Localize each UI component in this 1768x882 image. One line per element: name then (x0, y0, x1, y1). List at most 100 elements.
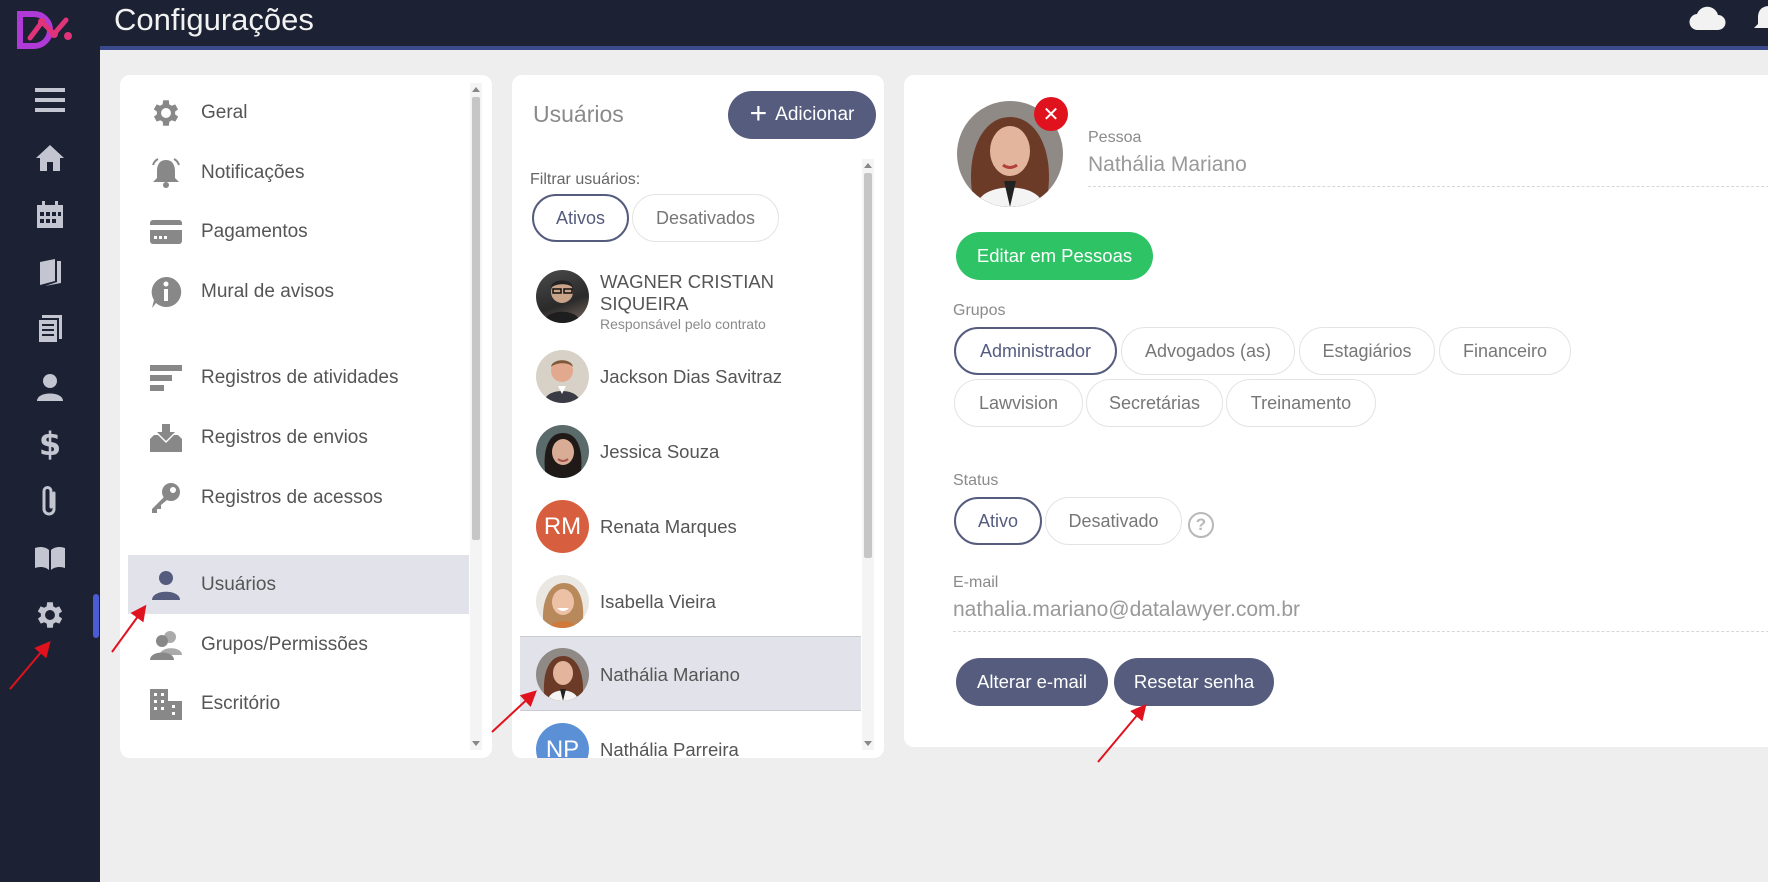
book-icon[interactable] (32, 254, 68, 290)
gear-icon[interactable] (32, 597, 68, 633)
info-icon (148, 274, 184, 310)
menu-item-label: Pagamentos (201, 220, 308, 242)
rail-active-indicator (93, 594, 99, 638)
filter-inactive-button[interactable]: Desativados (632, 194, 779, 242)
plus-icon: + (749, 96, 768, 130)
scroll-up-arrow[interactable] (472, 87, 480, 92)
menu-item-label: Usuários (201, 573, 276, 595)
menu-item-registros-de-envios[interactable]: Registros de envios (128, 408, 469, 467)
person-name: Nathália Mariano (1088, 153, 1247, 176)
menu-item-mural-de-avisos[interactable]: Mural de avisos (128, 262, 469, 321)
logo-icon[interactable] (16, 8, 74, 52)
user-name: Nathália Mariano (600, 664, 740, 685)
user-name: WAGNER CRISTIAN SIQUEIRA (600, 271, 775, 314)
menu-item-registros-de-acessos[interactable]: Registros de acessos (128, 468, 469, 527)
inbox-download-icon (148, 420, 184, 456)
menu-item-notificacoes[interactable]: Notificações (128, 143, 469, 202)
group-chip-financeiro[interactable]: Financeiro (1439, 327, 1571, 375)
user-list-item[interactable]: RM Renata Marques (520, 489, 861, 564)
email-underline (953, 631, 1768, 632)
hamburger-menu-icon[interactable] (32, 82, 68, 118)
status-active-button[interactable]: Ativo (954, 497, 1042, 545)
group-chip-treinamento[interactable]: Treinamento (1226, 379, 1376, 427)
scroll-up-arrow[interactable] (864, 163, 872, 168)
groups-label: Grupos (953, 302, 1006, 319)
scroll-down-arrow[interactable] (864, 741, 872, 746)
cloud-icon[interactable] (1688, 4, 1728, 34)
top-bar: Configurações (100, 0, 1768, 50)
users-group-icon (148, 627, 184, 663)
user-list-item-selected[interactable]: Nathália Mariano (520, 636, 861, 711)
add-user-label: Adicionar (775, 104, 855, 125)
building-icon (148, 686, 184, 722)
email-label: E-mail (953, 574, 999, 591)
scroll-down-arrow[interactable] (472, 741, 480, 746)
menu-item-grupos-permissoes[interactable]: Grupos/Permissões (128, 615, 469, 674)
document-icon[interactable] (32, 311, 68, 347)
key-icon (148, 480, 184, 516)
menu-item-pagamentos[interactable]: Pagamentos (128, 202, 469, 261)
avatar (536, 270, 589, 323)
menu-item-usuarios[interactable]: Usuários (128, 555, 469, 614)
person-label: Pessoa (1088, 129, 1142, 146)
group-chip-administrador[interactable]: Administrador (954, 327, 1117, 375)
user-list-item[interactable]: NP Nathália Parreira (520, 712, 861, 758)
remove-photo-button[interactable]: ✕ (1034, 97, 1068, 131)
status-inactive-button[interactable]: Desativado (1045, 497, 1182, 545)
menu-item-geral[interactable]: Geral (128, 83, 469, 142)
menu-item-label: Notificações (201, 161, 305, 183)
main-content: Geral Notificações Pagamentos Mural de a… (100, 54, 1768, 882)
person-underline (1088, 186, 1768, 187)
gear-icon (148, 95, 184, 131)
user-list-item[interactable]: Jessica Souza (520, 414, 861, 489)
open-book-icon[interactable] (32, 540, 68, 576)
list-icon (148, 360, 184, 396)
settings-menu: Geral Notificações Pagamentos Mural de a… (120, 75, 492, 758)
menu-item-label: Registros de atividades (201, 366, 399, 388)
add-user-button[interactable]: + Adicionar (728, 91, 876, 139)
close-icon: ✕ (1042, 103, 1060, 126)
home-icon[interactable] (32, 140, 68, 176)
avatar (536, 575, 589, 628)
avatar-initials: RM (536, 500, 589, 553)
bell-icon[interactable] (1754, 2, 1768, 34)
change-email-button[interactable]: Alterar e-mail (956, 658, 1108, 706)
edit-in-people-button[interactable]: Editar em Pessoas (956, 232, 1153, 280)
credit-card-icon (148, 214, 184, 250)
status-label: Status (953, 472, 999, 489)
menu-item-label: Escritório (201, 692, 281, 714)
users-scrollbar[interactable] (862, 159, 874, 750)
menu-item-label: Grupos/Permissões (201, 633, 368, 655)
group-chip-secretarias[interactable]: Secretárias (1086, 379, 1223, 427)
scrollbar-thumb[interactable] (864, 173, 872, 558)
user-name: Nathália Parreira (600, 739, 739, 758)
users-title: Usuários (533, 101, 624, 127)
avatar (536, 425, 589, 478)
person-icon[interactable] (32, 369, 68, 405)
user-icon (148, 567, 184, 603)
menu-item-label: Registros de acessos (201, 486, 383, 508)
question-circle-icon[interactable]: ? (1188, 512, 1214, 538)
user-name: Renata Marques (600, 516, 737, 537)
email-value: nathalia.mariano@datalawyer.com.br (953, 598, 1300, 621)
user-role: Responsável pelo contrato (600, 316, 766, 332)
dollar-icon[interactable]: $ (32, 425, 68, 463)
user-name: Jackson Dias Savitraz (600, 366, 782, 387)
menu-item-registros-de-atividades[interactable]: Registros de atividades (128, 348, 469, 407)
user-list-item[interactable]: WAGNER CRISTIAN SIQUEIRA Responsável pel… (520, 259, 861, 334)
menu-item-escritorio[interactable]: Escritório (128, 674, 469, 733)
user-list-item[interactable]: Isabella Vieira (520, 564, 861, 639)
filter-active-button[interactable]: Ativos (532, 194, 629, 242)
menu-scrollbar[interactable] (470, 83, 482, 750)
group-chip-lawvision[interactable]: Lawvision (954, 379, 1083, 427)
group-chip-advogados[interactable]: Advogados (as) (1121, 327, 1295, 375)
scrollbar-thumb[interactable] (472, 97, 480, 540)
calendar-icon[interactable] (32, 197, 68, 233)
users-panel: Usuários + Adicionar Filtrar usuários: A… (512, 75, 884, 758)
menu-item-label: Registros de envios (201, 426, 368, 448)
paperclip-icon[interactable] (32, 483, 68, 519)
user-list-item[interactable]: Jackson Dias Savitraz (520, 339, 861, 414)
user-detail-panel: ✕ Pessoa Nathália Mariano Editar em Pess… (904, 75, 1768, 747)
reset-password-button[interactable]: Resetar senha (1114, 658, 1274, 706)
group-chip-estagiarios[interactable]: Estagiários (1299, 327, 1435, 375)
